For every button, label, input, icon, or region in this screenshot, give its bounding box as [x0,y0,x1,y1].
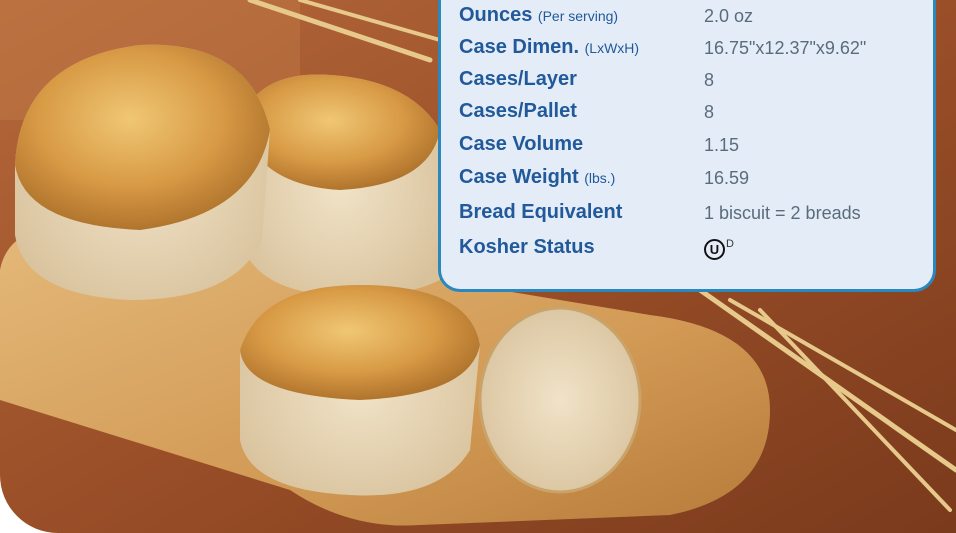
spec-panel: Ounces (Per serving) 2.0 oz Case Dimen. … [438,0,936,292]
spec-label: Case Dimen. (LxWxH) [459,36,640,58]
spec-note: (lbs.) [584,170,616,186]
kosher-mark: UD [704,238,734,260]
kosher-dairy-suffix: D [726,238,734,250]
spec-row-cases-pallet: Cases/Pallet 8 [459,100,923,132]
spec-note: (Per serving) [537,8,619,24]
spec-label: Bread Equivalent [459,201,623,223]
spec-value: 1 biscuit = 2 breads [704,203,861,223]
spec-label: Cases/Pallet [459,100,577,122]
spec-row-bread-equivalent: Bread Equivalent 1 biscuit = 2 breads [459,201,923,233]
spec-note: (LxWxH) [584,40,640,56]
spec-value: 1.15 [704,135,740,155]
kosher-u-icon: U [704,238,725,260]
spec-row-kosher-status: Kosher Status UD [459,236,923,268]
spec-value: 16.59 [704,168,750,188]
spec-value: 8 [704,102,715,122]
spec-value: 16.75"x12.37"x9.62" [704,38,867,58]
biscuit-front [240,285,480,496]
biscuit-left [15,44,270,300]
spec-value: 2.0 oz [704,6,754,26]
spec-label: Ounces (Per serving) [459,4,619,26]
spec-label: Case Weight (lbs.) [459,166,616,188]
spec-row-case-weight: Case Weight (lbs.) 16.59 [459,166,923,198]
biscuit-back [240,74,440,296]
spec-label: Case Volume [459,133,584,155]
spec-value: 8 [704,70,715,90]
spec-row-cases-layer: Cases/Layer 8 [459,68,923,100]
spec-row-case-dimen: Case Dimen. (LxWxH) 16.75"x12.37"x9.62" [459,36,923,68]
spec-label: Cases/Layer [459,68,577,90]
spec-row-ounces: Ounces (Per serving) 2.0 oz [459,4,923,36]
spec-label: Kosher Status [459,236,595,258]
spec-row-case-volume: Case Volume 1.15 [459,133,923,165]
